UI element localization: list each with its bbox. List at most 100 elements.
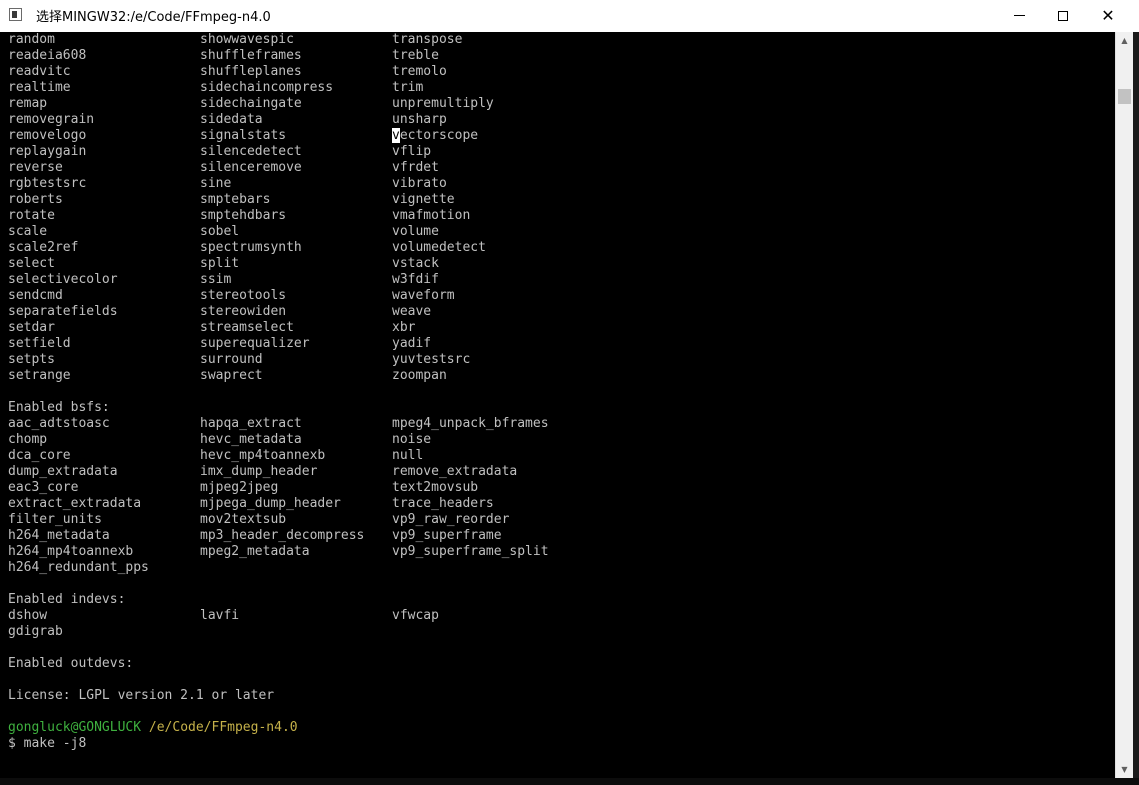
console-entry: shuffleplanes: [200, 64, 302, 79]
maximize-icon: [1058, 10, 1068, 21]
window-bottom-edge: [0, 778, 1139, 785]
filter-row: rgbtestsrc sine vibrato: [0, 176, 1115, 192]
console-entry: rgbtestsrc: [8, 176, 87, 191]
console-entry: ssim: [200, 272, 232, 287]
console-entry: streamselect: [200, 320, 294, 335]
indev-row: gdigrab: [0, 624, 1115, 640]
filter-row: realtime sidechaincompress trim: [0, 80, 1115, 96]
scroll-up-button[interactable]: ▲: [1116, 32, 1133, 49]
console-entry: sobel: [200, 224, 240, 239]
prompt-user: gongluck@GONGLUCK: [8, 720, 142, 735]
console-entry: h264_mp4toannexb: [8, 544, 134, 559]
console-entry: treble: [392, 48, 439, 63]
console-entry: vp9_superframe_split: [392, 544, 549, 559]
section-header: Enabled indevs:: [0, 592, 1115, 608]
console-entry: unpremultiply: [392, 96, 494, 111]
bsf-row: chomp hevc_metadata noise: [0, 432, 1115, 448]
console-entry: vfwcap: [392, 608, 439, 623]
console-entry: mjpeg2jpeg: [200, 480, 279, 495]
console-entry: selectivecolor: [8, 272, 118, 287]
console-entry: vflip: [392, 144, 432, 159]
console-entry: aac_adtstoasc: [8, 416, 110, 431]
filter-row: setrange swaprect zoompan: [0, 368, 1115, 384]
bsf-row: eac3_core mjpeg2jpeg text2movsub: [0, 480, 1115, 496]
filter-row: removegrain sidedata unsharp: [0, 112, 1115, 128]
terminal-icon[interactable]: [9, 8, 22, 21]
minimize-button[interactable]: [996, 0, 1042, 31]
console-entry: shuffleframes: [200, 48, 302, 63]
console-entry: unsharp: [392, 112, 447, 127]
console-entry: remove_extradata: [392, 464, 518, 479]
console-entry: replaygain: [8, 144, 87, 159]
console-entry: mpeg2_metadata: [200, 544, 310, 559]
console-entry: trim: [392, 80, 424, 95]
filter-row: separatefields stereowiden weave: [0, 304, 1115, 320]
terminal-output[interactable]: random showwavespic transpose readeia608 shu…: [0, 32, 1115, 785]
section-header: Enabled outdevs:: [0, 656, 1115, 672]
console-entry: gdigrab: [8, 624, 63, 639]
console-entry: dshow: [8, 608, 48, 623]
window-title: 选择MINGW32:/e/Code/FFmpeg-n4.0: [36, 10, 271, 25]
console-entry: hapqa_extract: [200, 416, 302, 431]
filter-row: scale2ref spectrumsynth volumedetect: [0, 240, 1115, 256]
minimize-icon: [1013, 15, 1025, 16]
console-entry: removelogo: [8, 128, 87, 143]
section-header-text: Enabled indevs:: [8, 592, 126, 607]
console-entry: mp3_header_decompress: [200, 528, 365, 543]
console-entry: setpts: [8, 352, 55, 367]
console-entry: vectorscope: [392, 128, 479, 143]
filter-row: remap sidechaingate unpremultiply: [0, 96, 1115, 112]
bsf-row: extract_extradata mjpega_dump_header trace…: [0, 496, 1115, 512]
bsf-row: h264_redundant_pps: [0, 560, 1115, 576]
filter-row: rotate smptehdbars vmafmotion: [0, 208, 1115, 224]
bsf-row: dump_extradata imx_dump_header remove_extr…: [0, 464, 1115, 480]
console-entry: vibrato: [392, 176, 447, 191]
prompt-line: gongluck@GONGLUCK /e/Code/FFmpeg-n4.0: [0, 720, 1115, 736]
console-entry: smptehdbars: [200, 208, 287, 223]
console-entry: hevc_mp4toannexb: [200, 448, 326, 463]
console-entry: sine: [200, 176, 232, 191]
filter-row: removelogo signalstats vectorscope: [0, 128, 1115, 144]
filter-row: readvitc shuffleplanes tremolo: [0, 64, 1115, 80]
console-entry: yadif: [392, 336, 432, 351]
console-entry: smptebars: [200, 192, 271, 207]
vertical-scrollbar[interactable]: ▲ ▼: [1115, 32, 1133, 778]
console-entry: sidedata: [200, 112, 263, 127]
console-entry: setrange: [8, 368, 71, 383]
console-entry: hevc_metadata: [200, 432, 302, 447]
console-entry: silencedetect: [200, 144, 302, 159]
command-line: $ make -j8: [0, 736, 1115, 752]
indev-row: dshow lavfi vfwcap: [0, 608, 1115, 624]
console-entry: readvitc: [8, 64, 71, 79]
filter-row: reverse silenceremove vfrdet: [0, 160, 1115, 176]
console-entry: vp9_raw_reorder: [392, 512, 510, 527]
scroll-down-button[interactable]: ▼: [1116, 761, 1133, 778]
prompt: gongluck@GONGLUCK /e/Code/FFmpeg-n4.0: [8, 720, 298, 736]
console-entry: split: [200, 256, 240, 271]
console-entry: scale2ref: [8, 240, 79, 255]
console-entry: mjpega_dump_header: [200, 496, 341, 511]
bsf-row: h264_mp4toannexb mpeg2_metadata vp9_superf…: [0, 544, 1115, 560]
console-entry: sidechaincompress: [200, 80, 334, 95]
title-bar[interactable]: 选择MINGW32:/e/Code/FFmpeg-n4.0 ✕: [0, 0, 1139, 33]
filter-row: replaygain silencedetect vflip: [0, 144, 1115, 160]
maximize-button[interactable]: [1040, 0, 1086, 31]
console-entry: signalstats: [200, 128, 287, 143]
console-entry: select: [8, 256, 55, 271]
console-entry: separatefields: [8, 304, 118, 319]
console-entry: sendcmd: [8, 288, 63, 303]
filter-row: selectivecolor ssim w3fdif: [0, 272, 1115, 288]
license-line-text: License: LGPL version 2.1 or later: [8, 688, 275, 703]
console-entry: extract_extradata: [8, 496, 142, 511]
scroll-thumb[interactable]: [1118, 89, 1131, 104]
command-line-text: $ make -j8: [8, 736, 87, 751]
console-entry: scale: [8, 224, 48, 239]
console-entry: mov2textsub: [200, 512, 287, 527]
section-header: Enabled bsfs:: [0, 400, 1115, 416]
console-entry: imx_dump_header: [200, 464, 318, 479]
close-button[interactable]: ✕: [1085, 0, 1131, 31]
